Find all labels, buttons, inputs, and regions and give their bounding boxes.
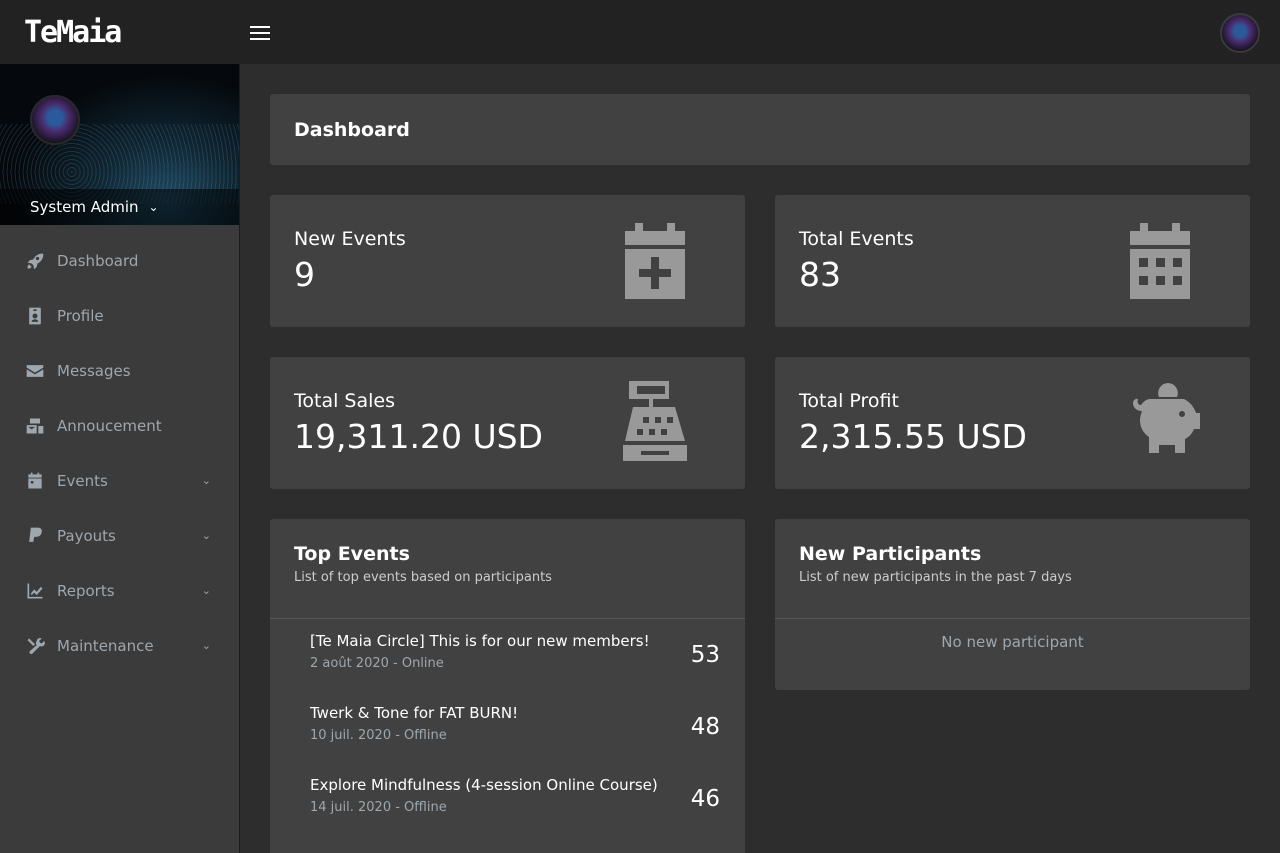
sidebar-item-label: Payouts	[57, 526, 116, 545]
sidebar: System Admin ⌄ Dashboard Profile Message…	[0, 64, 240, 853]
sidebar-avatar	[30, 95, 80, 145]
sidebar-item-reports[interactable]: Reports ⌄	[0, 563, 239, 618]
piggy-bank-icon	[1120, 381, 1200, 461]
stat-label: Total Events	[799, 228, 914, 250]
top-bar: TeMaia	[0, 0, 1280, 64]
chevron-down-icon: ⌄	[201, 474, 211, 487]
event-count: 48	[690, 714, 720, 740]
calendar-icon	[24, 470, 46, 492]
menu-toggle-icon[interactable]	[250, 26, 270, 40]
panel-subtitle: List of top events based on participants	[294, 570, 552, 585]
sidebar-item-events[interactable]: Events ⌄	[0, 453, 239, 508]
chevron-down-icon: ⌄	[148, 200, 159, 214]
stat-label: Total Sales	[294, 390, 395, 412]
panel-title: Top Events	[294, 543, 410, 565]
stat-card-total-sales: Total Sales 19,311.20 USD	[270, 357, 745, 489]
user-menu-toggle[interactable]: System Admin ⌄	[0, 189, 239, 225]
profile-banner: System Admin ⌄	[0, 64, 239, 225]
list-item[interactable]: Explore Mindfulness (4-session Online Co…	[310, 776, 720, 832]
event-count: 53	[690, 642, 720, 668]
list-item[interactable]: Twerk & Tone for FAT BURN! 10 juil. 2020…	[310, 704, 720, 760]
paypal-icon	[24, 525, 46, 547]
divider	[270, 618, 745, 619]
stat-label: New Events	[294, 228, 406, 250]
calendar-icon	[1120, 219, 1200, 299]
event-name: Explore Mindfulness (4-session Online Co…	[310, 776, 658, 794]
chart-line-icon	[24, 580, 46, 602]
rocket-icon	[24, 250, 46, 272]
sidebar-item-label: Profile	[57, 306, 104, 325]
stat-value: 83	[799, 255, 841, 294]
event-meta: 14 juil. 2020 - Offline	[310, 800, 447, 815]
sidebar-item-payouts[interactable]: Payouts ⌄	[0, 508, 239, 563]
top-events-panel: Top Events List of top events based on p…	[270, 519, 745, 853]
user-name-label: System Admin	[30, 198, 139, 216]
sidebar-item-label: Reports	[57, 581, 115, 600]
event-count: 46	[690, 786, 720, 812]
calendar-plus-icon	[615, 219, 695, 299]
divider	[775, 618, 1250, 619]
list-item[interactable]: [Te Maia Circle] This is for our new mem…	[310, 632, 720, 688]
stat-card-total-events: Total Events 83	[775, 195, 1250, 327]
chevron-down-icon: ⌄	[201, 529, 211, 542]
brand-logo[interactable]: TeMaia	[24, 15, 122, 50]
new-participants-panel: New Participants List of new participant…	[775, 519, 1250, 690]
stat-value: 19,311.20 USD	[294, 417, 543, 456]
sidebar-item-label: Annoucement	[57, 416, 162, 435]
sidebar-item-messages[interactable]: Messages	[0, 343, 239, 398]
panel-title: New Participants	[799, 543, 982, 565]
sidebar-nav: Dashboard Profile Messages Annoucement E…	[0, 233, 239, 673]
stat-card-new-events: New Events 9	[270, 195, 745, 327]
sidebar-item-label: Dashboard	[57, 251, 139, 270]
event-meta: 2 août 2020 - Online	[310, 656, 444, 671]
sidebar-item-label: Events	[57, 471, 108, 490]
stat-value: 2,315.55 USD	[799, 417, 1027, 456]
panel-subtitle: List of new participants in the past 7 d…	[799, 570, 1072, 585]
event-name: Twerk & Tone for FAT BURN!	[310, 704, 519, 722]
event-meta: 10 juil. 2020 - Offline	[310, 728, 447, 743]
sidebar-item-annoucement[interactable]: Annoucement	[0, 398, 239, 453]
mail-bulk-icon	[24, 415, 46, 437]
event-name: [Te Maia Circle] This is for our new mem…	[310, 632, 650, 650]
cash-register-icon	[615, 381, 695, 461]
sidebar-item-label: Messages	[57, 361, 131, 380]
chevron-down-icon: ⌄	[201, 584, 211, 597]
chevron-down-icon: ⌄	[201, 639, 211, 652]
id-badge-icon	[24, 305, 46, 327]
stat-value: 9	[294, 255, 315, 294]
stat-card-total-profit: Total Profit 2,315.55 USD	[775, 357, 1250, 489]
tools-icon	[24, 635, 46, 657]
stat-label: Total Profit	[799, 390, 899, 412]
empty-state-text: No new participant	[941, 633, 1084, 651]
sidebar-item-profile[interactable]: Profile	[0, 288, 239, 343]
sidebar-item-dashboard[interactable]: Dashboard	[0, 233, 239, 288]
sidebar-item-label: Maintenance	[57, 636, 154, 655]
envelope-icon	[24, 360, 46, 382]
page-title: Dashboard	[270, 94, 1250, 165]
sidebar-item-maintenance[interactable]: Maintenance ⌄	[0, 618, 239, 673]
avatar[interactable]	[1220, 13, 1260, 53]
